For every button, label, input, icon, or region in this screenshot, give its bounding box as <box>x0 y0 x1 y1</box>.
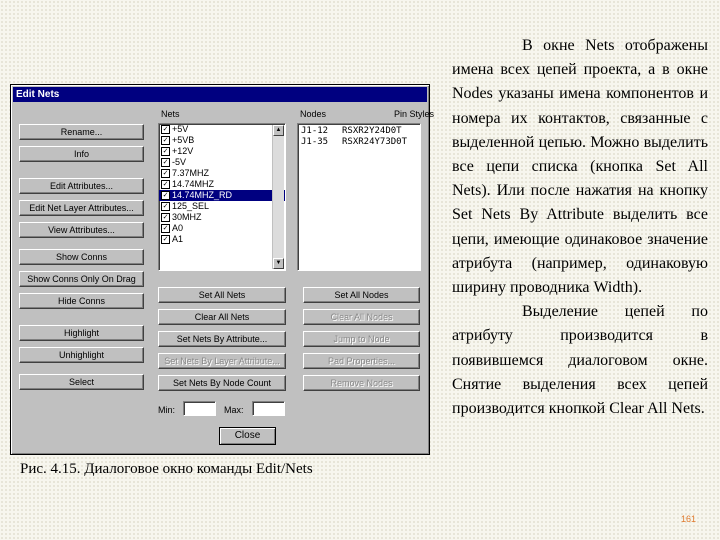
set-nets-by-node-count-button[interactable]: Set Nets By Node Count <box>158 375 286 391</box>
close-button[interactable]: Close <box>219 427 276 445</box>
clear-all-nets-button[interactable]: Clear All Nets <box>158 309 286 325</box>
set-nets-by-layer-attribute-button[interactable]: Set Nets By Layer Attribute... <box>158 353 286 369</box>
node-list-item[interactable]: J1-12 RSXR2Y24D0T <box>298 126 420 137</box>
show-conns-button[interactable]: Show Conns <box>19 249 144 265</box>
net-checkbox-icon[interactable]: ✓ <box>161 125 170 135</box>
net-name: A0 <box>172 223 184 233</box>
show-conns-only-on-drag-button[interactable]: Show Conns Only On Drag <box>19 271 144 287</box>
rename-button[interactable]: Rename... <box>19 124 144 140</box>
hide-conns-button[interactable]: Hide Conns <box>19 293 144 309</box>
net-name: 7.37MHZ <box>172 168 210 178</box>
net-list-item[interactable]: ✓ 30MHZ <box>159 212 285 223</box>
nodes-listbox[interactable]: J1-12 RSXR2Y24D0T J1-35 RSXR24Y73D0T <box>297 123 421 271</box>
edit-nets-dialog: Edit Nets Rename... Info Edit Attributes… <box>10 84 434 455</box>
net-checkbox-icon[interactable]: ✓ <box>161 136 170 146</box>
net-name: +5VB <box>172 135 195 145</box>
node-list-item[interactable]: J1-35 RSXR24Y73D0T <box>298 137 420 148</box>
nets-scrollbar[interactable]: ▲ ▼ <box>272 125 284 269</box>
scroll-up-arrow-icon[interactable]: ▲ <box>273 125 284 136</box>
info-button[interactable]: Info <box>19 146 144 162</box>
net-name: 30MHZ <box>172 212 202 222</box>
net-checkbox-icon[interactable]: ✓ <box>161 158 170 168</box>
description-text: В окне Nets отображены имена всех цепей … <box>452 34 708 421</box>
max-label: Max: <box>224 405 244 415</box>
net-list-item[interactable]: ✓ 14.74MHZ_RD <box>159 190 285 201</box>
net-list-item[interactable]: ✓ -5V <box>159 157 285 168</box>
nodes-list: J1-12 RSXR2Y24D0T J1-35 RSXR24Y73D0T <box>298 124 420 148</box>
nets-label: Nets <box>161 109 180 119</box>
net-checkbox-icon[interactable]: ✓ <box>161 213 170 223</box>
pin-styles-label: Pin Styles <box>394 109 435 119</box>
net-checkbox-icon[interactable]: ✓ <box>161 224 170 234</box>
pad-properties-button[interactable]: Pad Properties... <box>303 353 420 369</box>
net-checkbox-icon[interactable]: ✓ <box>161 180 170 190</box>
net-list-item[interactable]: ✓ 125_SEL <box>159 201 285 212</box>
net-name: -5V <box>172 157 187 167</box>
net-list-item[interactable]: ✓ 14.74MHZ <box>159 179 285 190</box>
net-list-item[interactable]: ✓ A1 <box>159 234 285 245</box>
node-pin-style: RSXR2Y24D0T <box>342 126 402 136</box>
node-name: J1-35 <box>301 137 329 147</box>
net-name: +12V <box>172 146 194 156</box>
net-list-item[interactable]: ✓ +5VB <box>159 135 285 146</box>
node-name: J1-12 <box>301 126 329 136</box>
scroll-down-arrow-icon[interactable]: ▼ <box>273 258 284 269</box>
jump-to-node-button[interactable]: Jump to Node <box>303 331 420 347</box>
highlight-button[interactable]: Highlight <box>19 325 144 341</box>
page-number: 161 <box>681 514 697 524</box>
view-attributes-button[interactable]: View Attributes... <box>19 222 144 238</box>
net-checkbox-icon[interactable]: ✓ <box>161 235 170 245</box>
clear-all-nodes-button[interactable]: Clear All Nodes <box>303 309 420 325</box>
paragraph-1: В окне Nets отображены имена всех цепей … <box>452 37 708 297</box>
net-list-item[interactable]: ✓ A0 <box>159 223 285 234</box>
nets-listbox[interactable]: ✓ +5V ✓ +5VB ✓ +12V ✓ -5V ✓ 7.37MHZ ✓ 14.74MHZ ✓ 14.7… <box>158 123 286 271</box>
set-all-nets-button[interactable]: Set All Nets <box>158 287 286 303</box>
net-name: 125_SEL <box>172 201 210 211</box>
figure-caption: Рис. 4.15. Диалоговое окно команды Edit/… <box>20 461 313 477</box>
net-checkbox-icon[interactable]: ✓ <box>161 191 170 201</box>
net-list-item[interactable]: ✓ 7.37MHZ <box>159 168 285 179</box>
set-all-nodes-button[interactable]: Set All Nodes <box>303 287 420 303</box>
net-name: 14.74MHZ <box>172 179 215 189</box>
max-input[interactable] <box>252 401 285 416</box>
net-checkbox-icon[interactable]: ✓ <box>161 202 170 212</box>
net-list-item[interactable]: ✓ +5V <box>159 124 285 135</box>
min-input[interactable] <box>183 401 216 416</box>
dialog-title: Edit Nets <box>13 87 427 102</box>
unhighlight-button[interactable]: Unhighlight <box>19 347 144 363</box>
set-nets-by-attribute-button[interactable]: Set Nets By Attribute... <box>158 331 286 347</box>
select-button[interactable]: Select <box>19 374 144 390</box>
nets-list: ✓ +5V ✓ +5VB ✓ +12V ✓ -5V ✓ 7.37MHZ ✓ 14.74MHZ ✓ 14.7… <box>159 124 285 245</box>
remove-nodes-button[interactable]: Remove Nodes <box>303 375 420 391</box>
net-name: 14.74MHZ_RD <box>172 190 233 200</box>
edit-net-layer-attributes-button[interactable]: Edit Net Layer Attributes... <box>19 200 144 216</box>
net-list-item[interactable]: ✓ +12V <box>159 146 285 157</box>
edit-attributes-button[interactable]: Edit Attributes... <box>19 178 144 194</box>
net-name: +5V <box>172 124 189 134</box>
paragraph-2: Выделение цепей по атрибуту производится… <box>452 303 708 418</box>
net-checkbox-icon[interactable]: ✓ <box>161 147 170 157</box>
net-name: A1 <box>172 234 184 244</box>
node-pin-style: RSXR24Y73D0T <box>342 137 408 147</box>
min-label: Min: <box>158 405 176 415</box>
nodes-label: Nodes <box>300 109 327 119</box>
net-checkbox-icon[interactable]: ✓ <box>161 169 170 179</box>
